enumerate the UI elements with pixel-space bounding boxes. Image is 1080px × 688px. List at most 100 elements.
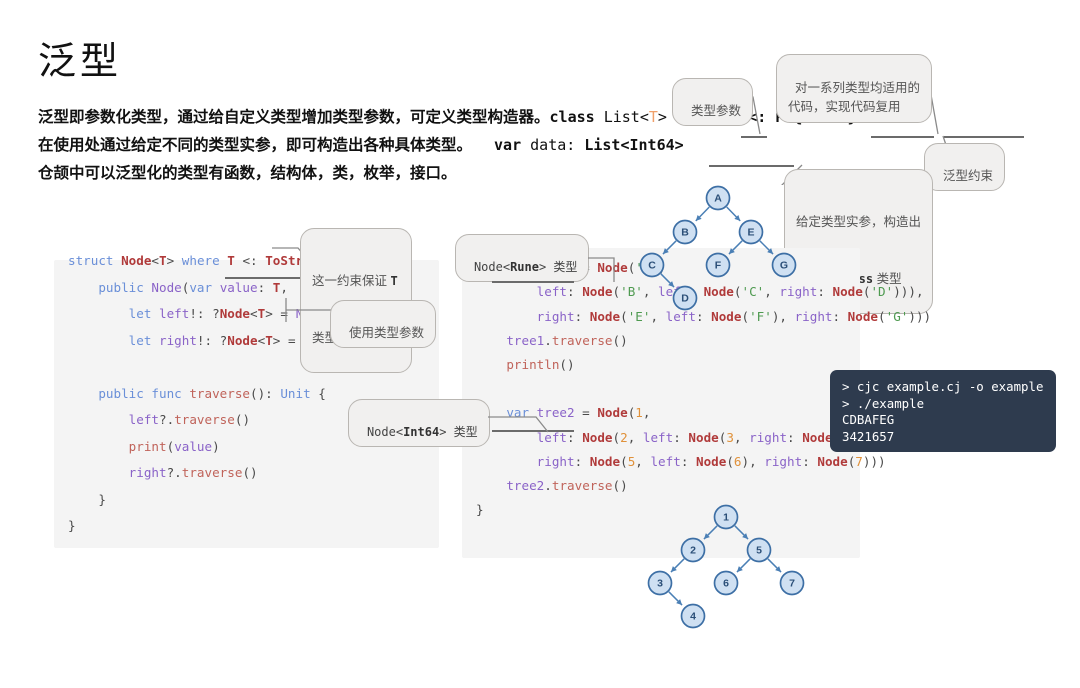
code-token: ( — [741, 308, 750, 324]
tree-edge-arrow — [734, 214, 741, 221]
code-token: Node — [589, 453, 621, 469]
tree-node: 6 — [713, 570, 739, 596]
code-token: right — [159, 332, 197, 348]
code-token: 7 — [855, 453, 863, 469]
code-token: , — [635, 453, 651, 469]
cts-a: 这一约束保证 — [312, 274, 391, 288]
code-line: } — [68, 492, 106, 508]
code-token: Node — [121, 253, 152, 268]
code-token: > — [166, 253, 182, 268]
callout-use-type-param-text: 使用类型参数 — [348, 326, 424, 340]
code-token: () — [234, 412, 251, 427]
tree-edge-arrow — [736, 566, 743, 573]
code-token: public — [68, 279, 152, 295]
code-token: Node — [597, 405, 628, 421]
code-token: , — [642, 405, 651, 421]
code-token: !: — [189, 306, 213, 321]
code-token: : — [574, 453, 590, 469]
tree-node: B — [672, 219, 698, 245]
code-token: left — [128, 412, 160, 427]
code-token: T — [265, 332, 273, 348]
code-token: traverse — [551, 478, 613, 493]
code-token: < — [250, 306, 258, 321]
callout-use-type-param: 使用类型参数 — [330, 300, 436, 348]
code-token: ?. — [166, 465, 182, 480]
terminal-line: > ./example — [842, 395, 925, 411]
code-token: value — [219, 279, 258, 295]
tree-edge-arrow — [670, 566, 677, 573]
code-token: ( — [612, 429, 621, 445]
tree-edge-arrow — [676, 599, 683, 606]
code-token: 2 — [620, 429, 628, 445]
code-token: 1 — [635, 405, 643, 421]
svg-text:B: B — [681, 227, 689, 239]
code-token: Node — [582, 429, 613, 445]
code-line: public func traverse(): Unit { — [68, 386, 326, 402]
intro-line-3-bold: 函数，结构体，类，枚举，接口。 — [224, 165, 457, 182]
code-token: : — [787, 429, 803, 445]
code-token: 'D' — [870, 284, 894, 300]
code-token: : — [695, 308, 712, 324]
code-token: : — [673, 429, 689, 445]
code-token: traverse — [174, 412, 235, 427]
code-token: , — [642, 284, 659, 300]
code-token: Node — [227, 332, 258, 348]
tree-node: E — [738, 219, 764, 245]
code-token: print — [128, 438, 167, 454]
code-token: : — [688, 284, 704, 300]
code-token: 'C' — [741, 284, 765, 300]
code-token: traverse — [181, 465, 243, 480]
code-line: right: Node(5, left: Node(6), right: Nod… — [476, 454, 886, 470]
code-token: let — [68, 332, 159, 348]
code-token: Node — [847, 308, 879, 324]
code-token: right — [779, 284, 818, 300]
code-token: Node — [711, 308, 742, 324]
tree-edge — [736, 558, 751, 573]
code-token: ), — [741, 453, 765, 469]
code-token: () — [612, 478, 628, 493]
code-token: Unit — [280, 385, 311, 401]
tree-edge-arrow — [775, 566, 782, 573]
code-token: let — [68, 306, 159, 321]
code-token: ( — [726, 453, 734, 469]
callout-code-reuse-text: 对一系列类型均适用的 代码，实现代码复用 — [788, 81, 920, 114]
code-token: left — [658, 284, 689, 300]
cnr-a: Node< — [473, 260, 511, 274]
code-token: 6 — [733, 453, 742, 469]
cni-b: Int64 — [403, 425, 440, 439]
callout-tostring-line1: 这一约束保证 T — [312, 272, 400, 291]
code-token: < — [151, 253, 160, 268]
callout-type-param-text: 类型参数 — [690, 104, 741, 118]
terminal-line: > cjc example.cj -o example — [842, 379, 1044, 394]
callout-generic-constraint-text: 泛型约束 — [942, 169, 993, 183]
code-token: , — [650, 308, 666, 324]
code-token: . — [544, 332, 552, 348]
code-token: T — [227, 253, 235, 268]
code-token: ? — [212, 306, 220, 321]
code-token: left — [536, 284, 568, 300]
svg-text:7: 7 — [789, 578, 795, 590]
code-token: 3 — [726, 429, 734, 445]
svg-text:4: 4 — [690, 611, 696, 623]
callout-node-int64: Node<Int64> 类型 — [348, 399, 490, 447]
code-token: var — [189, 279, 220, 295]
svg-text:E: E — [747, 227, 754, 239]
code-token: (): — [250, 385, 281, 401]
code-token: ))) — [862, 453, 886, 469]
code-token: tree2 — [506, 478, 545, 493]
intro-line-3-prefix: 仓颉中可以泛型化的类型有 — [38, 165, 225, 182]
code-token: left — [650, 453, 681, 469]
code-line: left?.traverse() — [68, 412, 250, 428]
kw-var: var — [494, 136, 522, 154]
code-token: () — [559, 357, 575, 372]
code-token: where — [181, 253, 228, 268]
code-token: Node — [817, 453, 848, 469]
code-token: ( — [733, 284, 742, 300]
leader-node-int64 — [488, 416, 549, 433]
code-token: , — [764, 284, 780, 300]
tree-edge-arrow — [695, 214, 702, 221]
intro-line-2-text: 在使用处通过给定不同的类型实参，即可构造出各种具体类型。 — [38, 137, 473, 154]
